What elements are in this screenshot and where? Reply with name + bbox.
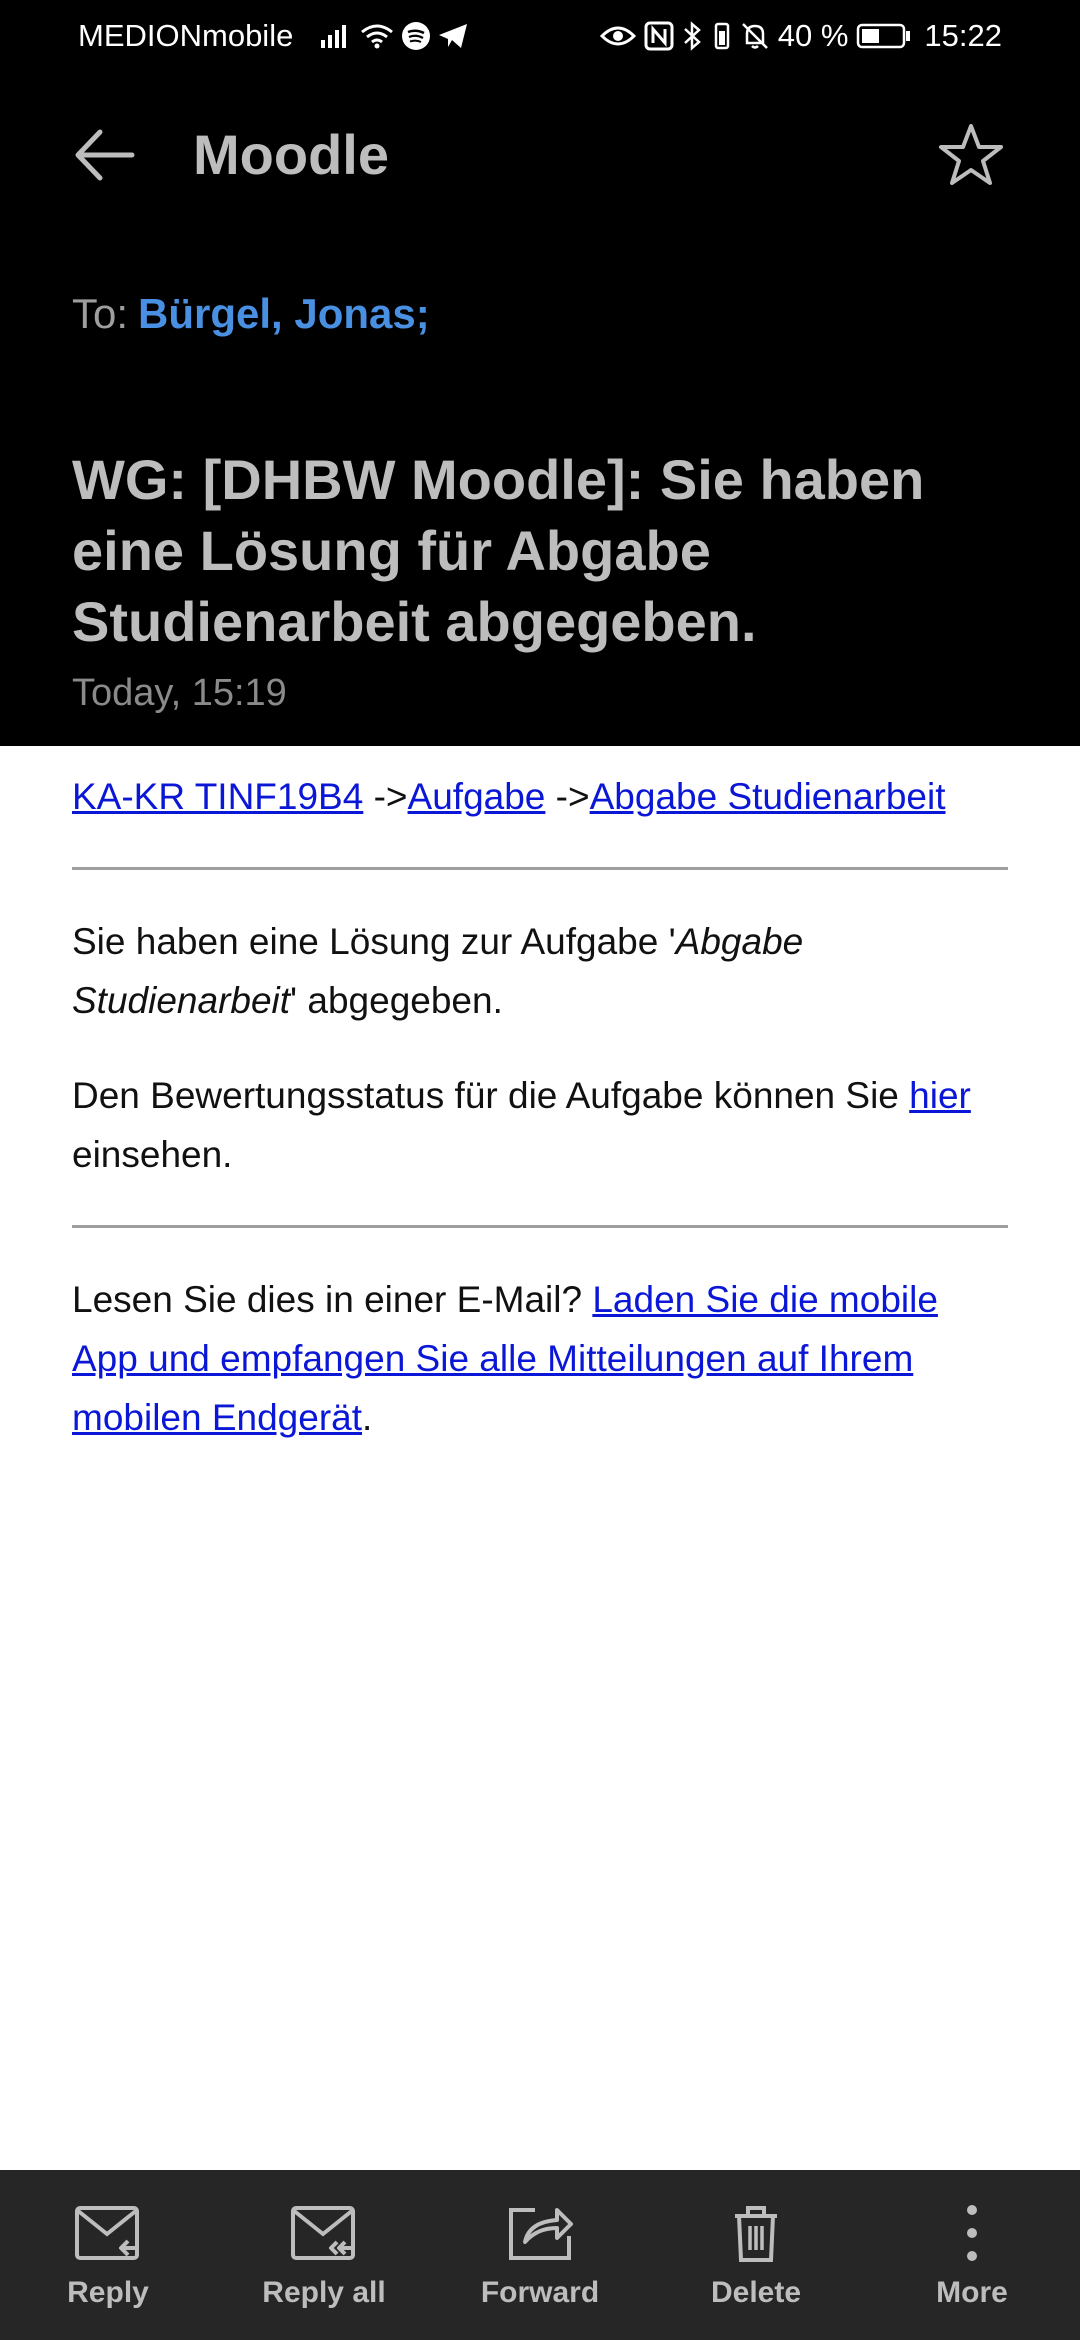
forward-button[interactable]: Forward xyxy=(432,2170,648,2340)
favorite-button[interactable] xyxy=(936,120,1006,190)
divider xyxy=(72,1225,1008,1228)
breadcrumb-link-abgabe[interactable]: Abgabe Studienarbeit xyxy=(590,776,946,817)
mobile-app-paragraph: Lesen Sie dies in einer E-Mail? Laden Si… xyxy=(72,1270,1008,1447)
star-icon xyxy=(939,124,1003,185)
reply-label: Reply xyxy=(67,2276,149,2309)
eye-icon xyxy=(599,26,636,46)
wifi-icon xyxy=(361,24,394,49)
breadcrumb: KA-KR TINF19B4 ->Aufgabe ->Abgabe Studie… xyxy=(72,776,946,818)
forward-icon xyxy=(509,2208,573,2260)
para3-text: Lesen Sie dies in einer E-Mail? xyxy=(72,1279,593,1320)
to-label: To: xyxy=(72,290,129,337)
divider xyxy=(72,867,1008,870)
email-date: Today, 15:19 xyxy=(72,672,287,714)
delete-button[interactable]: Delete xyxy=(648,2170,864,2340)
battery-percent: 40 % xyxy=(777,18,849,53)
reply-all-label: Reply all xyxy=(262,2276,386,2309)
email-header: Moodle To: Bürgel, Jonas; WG: [DHBW Moodl… xyxy=(0,74,1080,746)
more-vertical-icon xyxy=(967,2205,977,2261)
grading-paragraph: Den Bewertungsstatus für die Aufgabe kön… xyxy=(72,1066,1008,1184)
bluetooth-icon xyxy=(683,21,701,51)
recipient-row: To: Bürgel, Jonas; xyxy=(72,290,430,338)
back-button[interactable] xyxy=(70,120,140,190)
email-subject: WG: [DHBW Moodle]: Sie haben eine Lösung… xyxy=(72,448,925,653)
breadcrumb-separator: -> xyxy=(545,776,590,817)
trash-icon xyxy=(735,2206,777,2262)
email-body: KA-KR TINF19B4 ->Aufgabe ->Abgabe Studie… xyxy=(0,746,1080,2170)
action-bar: Reply Reply all Forward Delete More xyxy=(0,2170,1080,2340)
submission-paragraph: Sie haben eine Lösung zur Aufgabe 'Abgab… xyxy=(72,912,1008,1030)
status-left: MEDIONmobile xyxy=(78,18,469,54)
app-title: Moodle xyxy=(193,123,389,186)
para1-suffix: ' abgegeben. xyxy=(290,980,503,1021)
reply-all-icon xyxy=(291,2206,355,2260)
para2-suffix: einsehen. xyxy=(72,1134,233,1175)
reply-icon xyxy=(75,2206,139,2260)
para2-text: Den Bewertungsstatus für die Aufgabe kön… xyxy=(72,1075,910,1116)
more-label: More xyxy=(936,2276,1008,2309)
breadcrumb-separator: -> xyxy=(363,776,408,817)
carrier-name: MEDIONmobile xyxy=(78,18,294,53)
back-arrow-icon xyxy=(75,129,135,181)
nfc-icon xyxy=(644,21,674,51)
more-button[interactable]: More xyxy=(864,2170,1080,2340)
forward-label: Forward xyxy=(480,2276,600,2309)
delete-label: Delete xyxy=(710,2276,802,2309)
breadcrumb-link-course[interactable]: KA-KR TINF19B4 xyxy=(72,776,363,817)
reply-button[interactable]: Reply xyxy=(0,2170,216,2340)
grading-link[interactable]: hier xyxy=(909,1075,971,1116)
spotify-icon xyxy=(402,22,431,50)
para1-text: Sie haben eine Lösung zur Aufgabe ' xyxy=(72,921,676,962)
telegram-icon xyxy=(439,24,468,48)
bell-off-icon xyxy=(741,23,768,49)
status-right: 40 % 15:22 xyxy=(599,18,1002,54)
recipient-name[interactable]: Bürgel, Jonas; xyxy=(138,290,430,337)
para3-suffix: . xyxy=(362,1397,373,1438)
battery-icon xyxy=(857,23,911,49)
reply-all-button[interactable]: Reply all xyxy=(216,2170,432,2340)
status-bar: MEDIONmobile 40 % 15:22 xyxy=(0,0,1080,74)
clock: 15:22 xyxy=(924,18,1002,53)
breadcrumb-link-aufgabe[interactable]: Aufgabe xyxy=(408,776,546,817)
vibrate-icon xyxy=(714,22,729,50)
signal-icon xyxy=(321,25,347,48)
